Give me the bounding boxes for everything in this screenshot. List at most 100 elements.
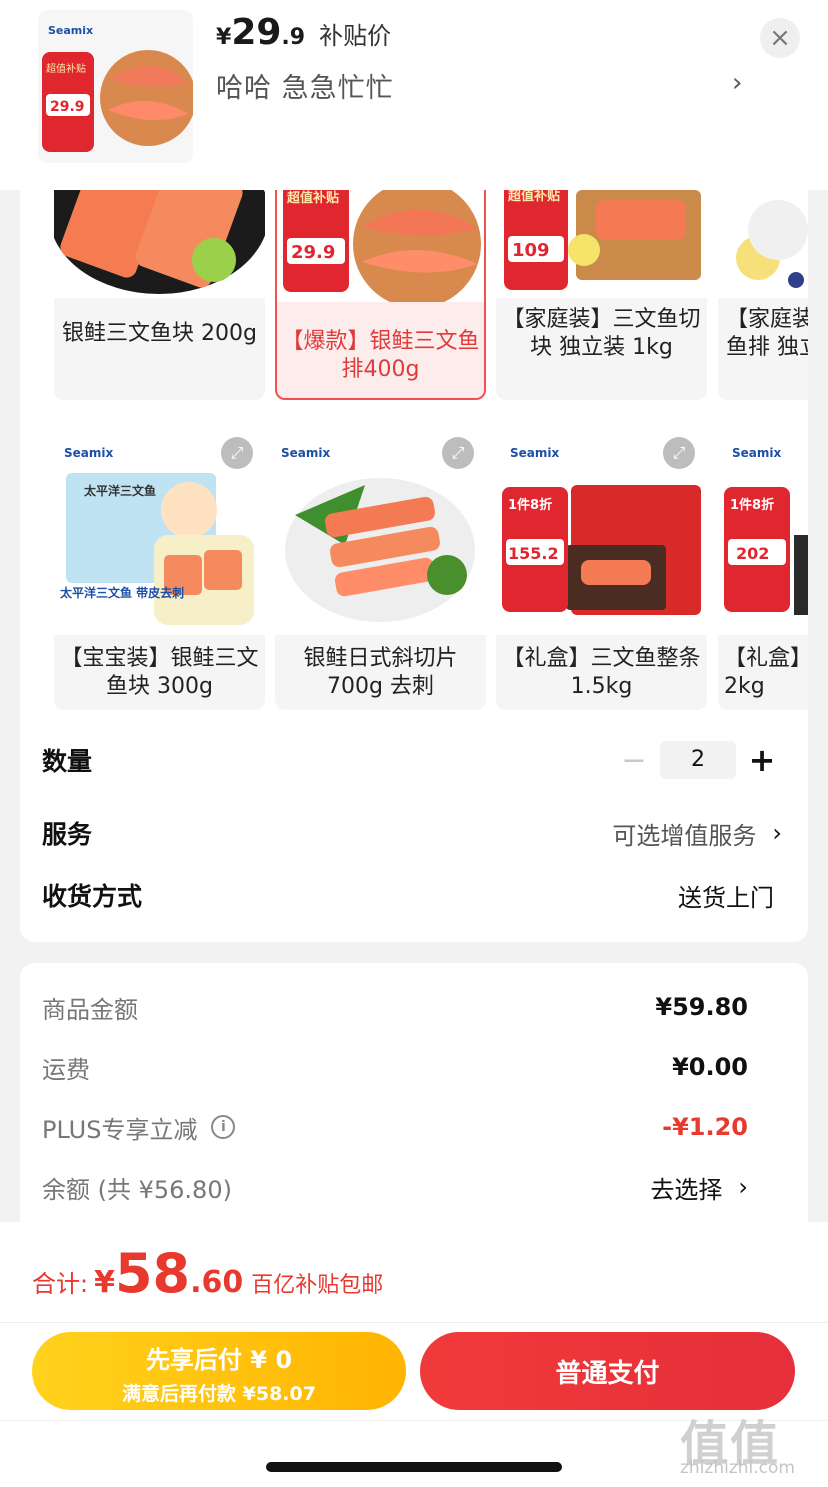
product-variant-grid: 银鲑三文鱼块 200g 超值补贴 29.9 【爆款】银鲑三文鱼排400g 超值补… — [20, 190, 808, 720]
divider — [0, 1322, 828, 1323]
badge-text: 超值补贴 — [46, 62, 86, 75]
balance-label: 余额 (共 ¥56.80) — [42, 1175, 232, 1204]
close-icon: × — [769, 23, 791, 53]
price-summary-card: 商品金额 ¥59.80 运费 ¥0.00 PLUS专享立减 i -¥1.20 余… — [20, 963, 808, 1233]
options-card: 银鲑三文鱼块 200g 超值补贴 29.9 【爆款】银鲑三文鱼排400g 超值补… — [20, 160, 808, 942]
service-value: 可选增值服务 — [612, 821, 757, 850]
variant-image: Seamix 太平洋三文鱼 太平洋三文鱼 带皮去刺 ⤢ — [54, 425, 265, 635]
brand-logo: Seamix — [281, 446, 330, 460]
badge-text: 超值补贴 — [287, 190, 339, 206]
quantity-input[interactable]: 2 — [660, 741, 736, 779]
variant-card[interactable]: 超值补贴 109 【家庭装】三文鱼切块 独立装 1kg — [496, 190, 707, 400]
price-integer: 29 — [231, 12, 282, 53]
total-decimal: .60 — [190, 1265, 244, 1300]
expand-icon[interactable]: ⤢ — [221, 437, 253, 469]
pay-later-sublabel: 满意后再付款 ¥58.07 — [122, 1383, 316, 1405]
goods-amount-value: ¥59.80 — [655, 993, 748, 1021]
delivery-value: 送货上门 — [678, 883, 774, 912]
badge-price: 155.2 — [508, 544, 559, 563]
total-currency: ¥ — [94, 1265, 115, 1300]
variant-image: 超值补贴 109 — [496, 190, 707, 298]
balance-row[interactable]: 余额 (共 ¥56.80) 去选择 › — [42, 1167, 748, 1207]
shipping-row: 运费 ¥0.00 — [42, 1047, 748, 1087]
variant-name: 银鲑日式斜切片700g 去刺 — [303, 646, 458, 699]
total-integer: 58 — [114, 1242, 191, 1305]
expand-icon[interactable]: ⤢ — [663, 437, 695, 469]
variant-card[interactable]: Seamix 太平洋三文鱼 太平洋三文鱼 带皮去刺 ⤢ 【宝宝装】银鲑三文鱼块 … — [54, 425, 265, 710]
badge-price: 202 — [736, 544, 769, 563]
product-header: Seamix 超值补贴 29.9 ¥ 29 .9 补贴价 哈哈 急急忙忙 › × — [0, 0, 828, 190]
variant-name: 【家庭装】三文鱼切块 独立装 1kg — [502, 307, 701, 360]
box-caption: 太平洋三文鱼 带皮去刺 — [60, 585, 184, 600]
shipping-label: 运费 — [42, 1055, 90, 1084]
pay-later-label: 先享后付 ¥ 0 — [145, 1346, 293, 1374]
variant-card-selected[interactable]: 超值补贴 29.9 【爆款】银鲑三文鱼排400g — [275, 190, 486, 400]
price-decimal: .9 — [281, 25, 306, 50]
pay-button[interactable]: 普通支付 — [420, 1332, 795, 1410]
variant-card[interactable]: Seamix 1件8折 155.2 ⤢ 【礼盒】三文鱼整条1.5kg — [496, 425, 707, 710]
plus-discount-value: -¥1.20 — [662, 1113, 748, 1141]
brand-logo: Seamix — [510, 446, 559, 460]
variant-image: 超值补贴 29.9 — [277, 190, 484, 302]
price-currency: ¥ — [216, 25, 232, 50]
pay-button-label: 普通支付 — [555, 1358, 660, 1389]
delivery-row[interactable]: 收货方式 送货上门 — [42, 870, 782, 920]
variant-card[interactable]: Seamix 1件8折 202 【礼盒】三文鱼整条2kg — [718, 425, 808, 710]
badge-price: 109 — [512, 240, 550, 261]
minus-icon[interactable]: − — [614, 743, 654, 778]
selected-price: ¥ 29 .9 补贴价 — [216, 12, 391, 53]
variant-name: 【宝宝装】银鲑三文鱼块 300g — [60, 646, 259, 699]
brand-logo: Seamix — [732, 446, 781, 460]
info-icon[interactable]: i — [211, 1115, 236, 1139]
variant-name: 银鲑三文鱼块 200g — [62, 321, 257, 346]
variant-card[interactable]: Seamix ⤢ 银鲑日式斜切片700g 去刺 — [275, 425, 486, 710]
variant-card[interactable]: 银鲑三文鱼块 200g — [54, 190, 265, 400]
pay-later-button[interactable]: 先享后付 ¥ 0 满意后再付款 ¥58.07 — [32, 1332, 406, 1410]
delivery-label: 收货方式 — [42, 882, 143, 911]
selected-spec[interactable]: 哈哈 急急忙忙 — [216, 66, 394, 105]
goods-amount-label: 商品金额 — [42, 995, 138, 1024]
brand-logo: Seamix — [64, 446, 113, 460]
quantity-stepper: − 2 + — [614, 741, 782, 779]
quantity-row: 数量 − 2 + — [42, 735, 782, 785]
balance-select[interactable]: 去选择 — [650, 1170, 722, 1205]
variant-image — [718, 190, 808, 298]
shipping-value: ¥0.00 — [672, 1053, 748, 1081]
variant-image: Seamix 1件8折 202 — [718, 425, 808, 635]
quantity-label: 数量 — [42, 747, 93, 776]
plus-discount-row: PLUS专享立减 i -¥1.20 — [42, 1107, 748, 1147]
product-thumbnail: Seamix 超值补贴 29.9 — [38, 10, 193, 163]
variant-name: 【礼盒】三文鱼整条1.5kg — [502, 646, 701, 699]
total-label: 合计: — [32, 1270, 89, 1298]
variant-image — [54, 190, 265, 298]
chevron-right-icon: › — [772, 819, 782, 847]
variant-name: 【家庭装】银鲑三文鱼排 独立装 — [726, 307, 808, 360]
chevron-right-icon[interactable]: › — [732, 68, 742, 98]
service-row[interactable]: 服务 可选增值服务 › — [42, 808, 782, 858]
box-text: 太平洋三文鱼 — [84, 483, 156, 498]
plus-discount-label: PLUS专享立减 — [42, 1115, 198, 1144]
badge-price: 29.9 — [291, 242, 335, 263]
badge-text: 超值补贴 — [508, 190, 560, 204]
badge-text: 1件8折 — [730, 497, 774, 513]
goods-amount-row: 商品金额 ¥59.80 — [42, 987, 748, 1027]
service-label: 服务 — [42, 820, 93, 849]
checkout-bar: 合计: ¥ 58 .60 百亿补贴包邮 先享后付 ¥ 0 满意后再付款 ¥58.… — [0, 1222, 828, 1487]
total-note: 百亿补贴包邮 — [251, 1273, 384, 1298]
close-button[interactable]: × — [760, 18, 800, 58]
plus-icon[interactable]: + — [742, 741, 782, 779]
price-tag: 补贴价 — [319, 22, 392, 50]
variant-name: 【礼盒】三文鱼整条2kg — [724, 646, 808, 699]
total-amount: 合计: ¥ 58 .60 百亿补贴包邮 — [32, 1242, 383, 1305]
watermark-url: zhizhizhi.com — [680, 1458, 795, 1478]
variant-name: 【爆款】银鲑三文鱼排400g — [281, 329, 480, 382]
expand-icon[interactable]: ⤢ — [442, 437, 474, 469]
badge-text: 1件8折 — [508, 497, 552, 513]
chevron-right-icon: › — [738, 1173, 748, 1201]
badge-price: 29.9 — [50, 99, 85, 115]
variant-image: Seamix ⤢ — [275, 425, 486, 635]
brand-logo: Seamix — [48, 24, 93, 37]
home-indicator[interactable] — [266, 1462, 562, 1472]
variant-image: Seamix 1件8折 155.2 ⤢ — [496, 425, 707, 635]
variant-card[interactable]: 【家庭装】银鲑三文鱼排 独立装 — [718, 190, 808, 400]
